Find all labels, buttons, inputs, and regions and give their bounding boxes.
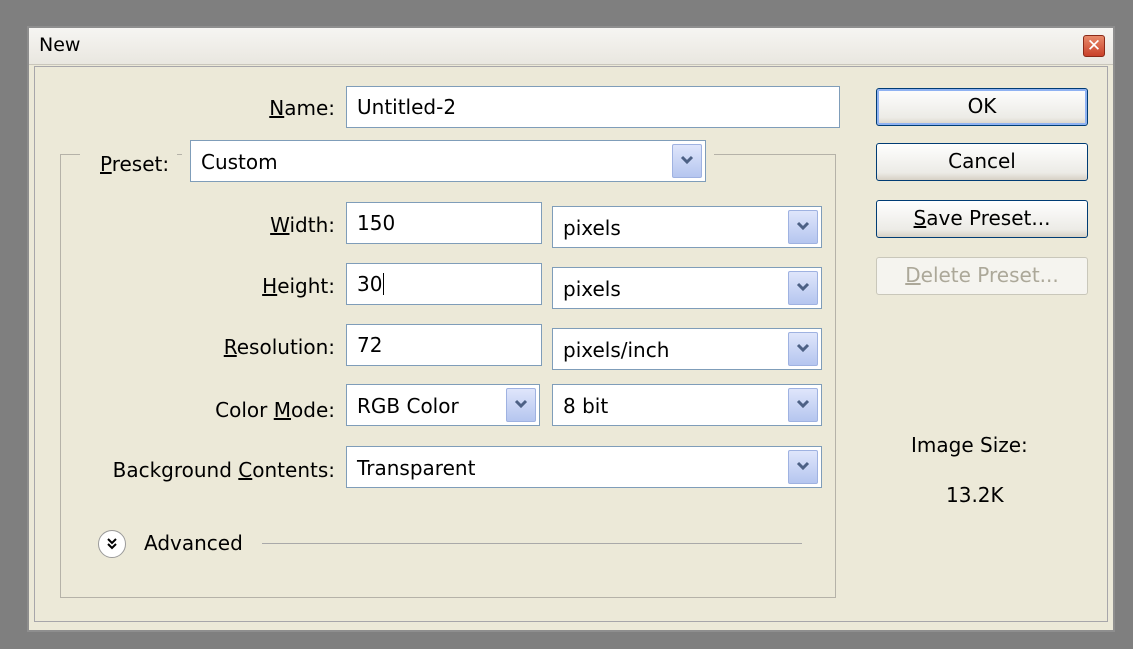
name-label: Name:: [269, 96, 335, 120]
name-input[interactable]: Untitled-2: [346, 86, 840, 128]
image-size-value: 13.2K: [946, 483, 1004, 507]
close-icon[interactable]: ✕: [1083, 35, 1105, 57]
advanced-label[interactable]: Advanced: [144, 531, 243, 555]
background-contents-select[interactable]: Transparent: [346, 446, 822, 488]
color-mode-select[interactable]: RGB Color: [346, 384, 540, 426]
chevron-down-icon[interactable]: [506, 388, 536, 422]
title-bar[interactable]: New ✕: [29, 28, 1113, 65]
resolution-unit-select[interactable]: pixels/inch: [552, 328, 822, 370]
preset-select[interactable]: Custom: [190, 140, 706, 182]
preset-label: Preset:: [80, 152, 178, 176]
chevron-down-icon[interactable]: [788, 210, 818, 244]
advanced-divider: [262, 543, 802, 544]
height-label: Height:: [262, 274, 335, 298]
chevron-down-icon[interactable]: [788, 450, 818, 484]
color-mode-label: Color Mode:: [215, 398, 335, 422]
width-unit-select[interactable]: pixels: [552, 206, 822, 248]
text-caret: [383, 273, 385, 295]
chevron-down-icon[interactable]: [788, 332, 818, 366]
chevron-down-icon[interactable]: [788, 271, 818, 305]
height-unit-select[interactable]: pixels: [552, 267, 822, 309]
ok-button[interactable]: OK: [876, 88, 1088, 126]
save-preset-button[interactable]: Save Preset...: [876, 200, 1088, 238]
resolution-input[interactable]: 72: [346, 324, 542, 366]
expand-advanced-icon[interactable]: [98, 530, 126, 558]
image-size-label: Image Size:: [911, 433, 1028, 457]
width-input[interactable]: 150: [346, 202, 542, 244]
height-input[interactable]: 30: [346, 263, 542, 305]
delete-preset-button: Delete Preset...: [876, 257, 1088, 295]
dialog-title: New: [39, 34, 81, 56]
resolution-label: Resolution:: [223, 335, 335, 359]
width-label: Width:: [270, 213, 335, 237]
bit-depth-select[interactable]: 8 bit: [552, 384, 822, 426]
chevron-down-icon[interactable]: [788, 388, 818, 422]
chevron-down-icon[interactable]: [672, 144, 702, 178]
background-contents-label: Background Contents:: [112, 458, 335, 482]
cancel-button[interactable]: Cancel: [876, 143, 1088, 181]
